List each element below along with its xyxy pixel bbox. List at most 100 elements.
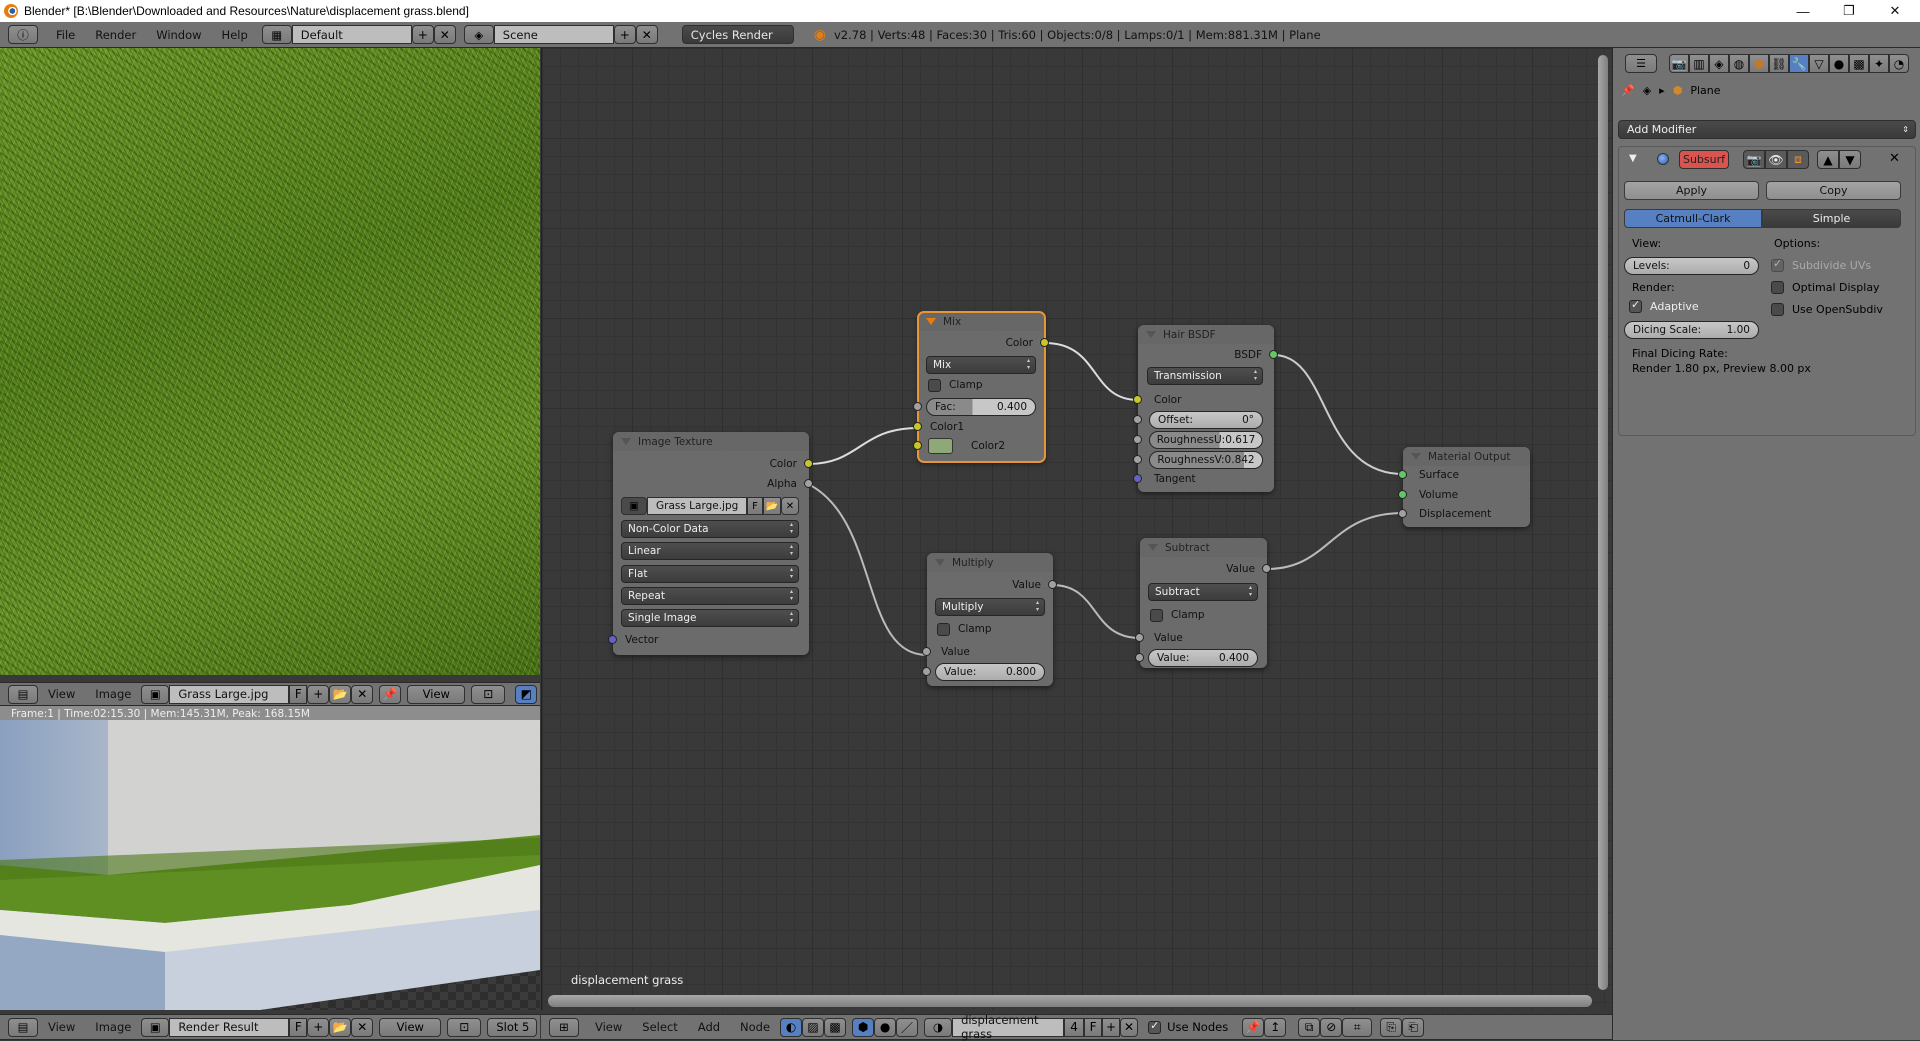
node-mix[interactable]: Mix Color Mix Clamp Fac: 0.400 Color1 Col… xyxy=(913,311,1049,463)
clamp-checkbox-row[interactable]: Clamp xyxy=(927,620,1053,638)
render-slot-dropdown[interactable]: Slot 5 xyxy=(487,1017,538,1037)
dicing-scale-field[interactable]: Dicing Scale: 1.00 xyxy=(1624,321,1759,339)
fake-user-toggle[interactable]: F xyxy=(747,497,763,515)
browse-image-icon[interactable]: ▣ xyxy=(621,497,647,515)
pin-icon[interactable]: 📌 xyxy=(1621,84,1635,97)
viewport-toggle-eye-icon[interactable]: 👁 xyxy=(1765,150,1787,169)
socket-color-output[interactable] xyxy=(1040,338,1049,347)
socket-value-input-2[interactable] xyxy=(1135,653,1144,662)
new-material-icon[interactable]: + xyxy=(1102,1017,1121,1037)
socket-value-output[interactable] xyxy=(1048,580,1057,589)
node-header[interactable]: Material Output xyxy=(1403,447,1530,466)
backdrop-icon[interactable]: ⧉ xyxy=(1298,1017,1321,1037)
fake-user-toggle[interactable]: F xyxy=(289,684,308,704)
node-header[interactable]: Image Texture xyxy=(613,432,809,451)
socket-color2-input[interactable] xyxy=(913,441,922,450)
editor-type-info-icon[interactable]: ⓘ xyxy=(8,25,38,44)
clamp-checkbox[interactable] xyxy=(1150,608,1163,622)
collapse-triangle-icon[interactable] xyxy=(926,318,936,325)
collapse-triangle-icon[interactable] xyxy=(935,559,945,566)
open-image-icon[interactable]: 📂 xyxy=(763,497,781,515)
pin-icon[interactable]: 📌 xyxy=(1242,1017,1265,1037)
clamp-checkbox-row[interactable]: Clamp xyxy=(1140,606,1267,624)
collapse-modifier-icon[interactable]: ▼ xyxy=(1629,153,1637,164)
socket-displacement-input[interactable] xyxy=(1398,509,1407,518)
node-hair-bsdf[interactable]: Hair BSDF BSDF Transmission Color Offset… xyxy=(1133,325,1278,492)
collapse-triangle-icon[interactable] xyxy=(621,438,631,445)
node-material-output[interactable]: Material Output Surface Volume Displacem… xyxy=(1398,447,1530,527)
world-shader-icon[interactable]: ● xyxy=(874,1017,897,1037)
menu-help[interactable]: Help xyxy=(212,28,258,42)
use-opensubdiv-checkbox[interactable] xyxy=(1771,303,1784,316)
tab-render-layers-icon[interactable]: ▥ xyxy=(1689,54,1709,73)
open-image-icon[interactable]: 📂 xyxy=(329,684,352,704)
clamp-checkbox[interactable] xyxy=(937,622,950,636)
copy-button[interactable]: Copy xyxy=(1766,181,1901,200)
menu-view[interactable]: View xyxy=(38,1020,85,1034)
node-multiply[interactable]: Multiply Value Multiply Clamp Value Valu… xyxy=(922,553,1057,686)
roughness-v-slider[interactable]: RoughnessV: 0.842 xyxy=(1149,451,1263,469)
material-name-field[interactable]: displacement grass xyxy=(952,1013,1065,1041)
open-image-icon[interactable]: 📂 xyxy=(329,1017,352,1037)
source-dropdown[interactable]: Single Image xyxy=(621,609,799,627)
menu-file[interactable]: File xyxy=(46,28,85,42)
value-field[interactable]: Value: 0.400 xyxy=(1148,649,1258,667)
move-up-icon[interactable]: ▲ xyxy=(1817,150,1839,169)
material-users-count[interactable]: 4 xyxy=(1064,1017,1085,1037)
socket-vector-input[interactable] xyxy=(608,635,617,644)
socket-volume-input[interactable] xyxy=(1398,490,1407,499)
snap-toggle-icon[interactable]: ⊘ xyxy=(1320,1017,1343,1037)
node-header[interactable]: Subtract xyxy=(1140,538,1267,557)
menu-node[interactable]: Node xyxy=(730,1020,780,1034)
blend-type-dropdown[interactable]: Mix xyxy=(926,356,1036,374)
image-name-field[interactable]: Grass Large.jpg xyxy=(647,497,747,515)
add-scene-icon[interactable]: + xyxy=(613,25,636,44)
optimal-display-row[interactable]: Optimal Display xyxy=(1771,281,1880,294)
socket-offset-input[interactable] xyxy=(1133,415,1142,424)
projection-dropdown[interactable]: Flat xyxy=(621,565,799,583)
pivot-icon[interactable]: ⊡ xyxy=(447,1017,482,1037)
adaptive-checkbox[interactable] xyxy=(1629,298,1642,313)
fake-user-toggle[interactable]: F xyxy=(289,1017,308,1037)
tab-texture-icon[interactable]: ▩ xyxy=(1849,54,1869,73)
apply-button[interactable]: Apply xyxy=(1624,181,1759,200)
view-mode-dropdown[interactable]: View xyxy=(379,1017,442,1037)
menu-image[interactable]: Image xyxy=(85,687,141,701)
node-header[interactable]: Mix xyxy=(918,312,1045,331)
browse-image-icon[interactable]: ▣ xyxy=(141,1017,170,1037)
tab-constraints-icon[interactable]: ⛓ xyxy=(1769,54,1789,73)
simple-toggle[interactable]: Simple xyxy=(1762,209,1901,228)
levels-field[interactable]: Levels: 0 xyxy=(1624,257,1759,275)
tab-particles-icon[interactable]: ✦ xyxy=(1869,54,1889,73)
subdivide-uvs-row[interactable]: Subdivide UVs xyxy=(1771,257,1871,272)
collapse-triangle-icon[interactable] xyxy=(1411,453,1421,460)
menu-select[interactable]: Select xyxy=(632,1020,687,1034)
browse-image-icon[interactable]: ▣ xyxy=(141,684,170,704)
extension-dropdown[interactable]: Repeat xyxy=(621,587,799,605)
use-opensubdiv-row[interactable]: Use OpenSubdiv xyxy=(1771,303,1883,316)
copy-nodes-icon[interactable]: ⎘ xyxy=(1380,1017,1403,1037)
browse-material-icon[interactable]: ◑ xyxy=(924,1017,953,1037)
texture-tree-icon[interactable]: ▩ xyxy=(824,1017,847,1037)
texture-image-view[interactable] xyxy=(0,48,540,675)
interpolation-dropdown[interactable]: Linear xyxy=(621,542,799,560)
tab-physics-icon[interactable]: ◔ xyxy=(1889,54,1909,73)
node-editor-horizontal-scrollbar[interactable] xyxy=(548,995,1592,1007)
shader-tree-icon[interactable]: ◐ xyxy=(780,1017,803,1037)
clamp-checkbox[interactable] xyxy=(928,378,941,392)
collapse-triangle-icon[interactable] xyxy=(1148,544,1158,551)
node-header[interactable]: Multiply xyxy=(927,553,1053,572)
snap-element-icon[interactable]: ⌗ xyxy=(1342,1017,1373,1037)
move-down-icon[interactable]: ▼ xyxy=(1839,150,1861,169)
tab-world-icon[interactable]: ◍ xyxy=(1729,54,1749,73)
menu-view[interactable]: View xyxy=(38,687,85,701)
socket-roughness-v-input[interactable] xyxy=(1133,455,1142,464)
menu-image[interactable]: Image xyxy=(85,1020,141,1034)
unlink-material-icon[interactable]: ✕ xyxy=(1120,1017,1139,1037)
unlink-image-icon[interactable]: ✕ xyxy=(781,497,799,515)
render-result-view[interactable] xyxy=(0,720,540,1010)
value-field[interactable]: Value: 0.800 xyxy=(935,663,1045,681)
modifier-name-field[interactable]: Subsurf xyxy=(1679,150,1729,169)
editor-type-image-icon[interactable]: ▤ xyxy=(8,684,38,704)
socket-fac-input[interactable] xyxy=(913,402,922,411)
